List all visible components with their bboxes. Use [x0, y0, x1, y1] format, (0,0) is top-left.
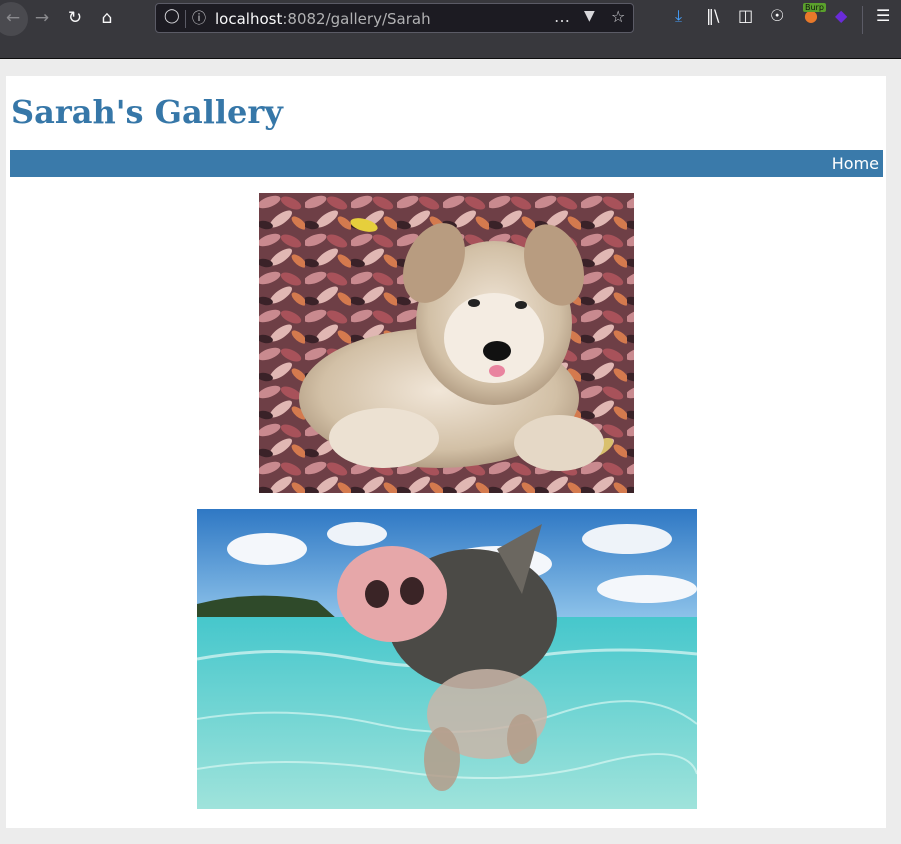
burp-badge: Burp — [803, 3, 826, 12]
reload-button[interactable]: ↻ — [61, 4, 89, 32]
home-icon: ⌂ — [101, 8, 113, 28]
url-separator — [185, 10, 186, 28]
hamburger-menu-icon[interactable]: ☰ — [876, 6, 890, 25]
page-content: Sarah's Gallery Home — [6, 76, 886, 828]
library-icon[interactable]: ‖\ — [706, 6, 719, 25]
browser-toolbar: ← → ↻ ⌂ ◯ ⓘ localhost:8082/gallery/Sarah… — [0, 0, 901, 59]
account-icon[interactable]: ☉ — [770, 6, 784, 25]
url-bar[interactable]: ◯ ⓘ localhost:8082/gallery/Sarah … ▼ ☆ — [155, 3, 634, 33]
sidebar-icon[interactable]: ◫ — [738, 6, 753, 25]
url-host: localhost — [215, 10, 283, 28]
star-icon[interactable]: ☆ — [611, 7, 625, 26]
navbar: Home — [10, 150, 883, 177]
forward-button[interactable]: → — [28, 4, 56, 32]
extension-icon[interactable]: ◆ — [835, 6, 847, 25]
home-button[interactable]: ⌂ — [93, 4, 121, 32]
download-icon[interactable]: ⤓ — [675, 6, 682, 26]
ellipsis-icon[interactable]: … — [554, 7, 570, 26]
pocket-icon[interactable]: ▼ — [584, 8, 595, 24]
back-button[interactable]: ← — [0, 4, 27, 32]
nav-home-link[interactable]: Home — [832, 154, 879, 173]
reload-icon: ↻ — [67, 8, 83, 28]
url-text[interactable]: localhost:8082/gallery/Sarah — [215, 10, 431, 28]
arrow-right-icon: → — [34, 8, 50, 28]
pig-photo-illustration — [197, 509, 697, 809]
url-path: :8082/gallery/Sarah — [282, 10, 431, 28]
arrow-left-icon: ← — [5, 8, 21, 28]
gallery-image-puppy — [259, 193, 634, 493]
page-title: Sarah's Gallery — [11, 93, 283, 131]
shield-icon[interactable]: ◯ — [164, 8, 180, 24]
puppy-photo-illustration — [259, 193, 634, 493]
toolbar-divider — [862, 6, 863, 34]
gallery-image-pig — [197, 509, 697, 809]
info-icon[interactable]: ⓘ — [192, 8, 206, 28]
